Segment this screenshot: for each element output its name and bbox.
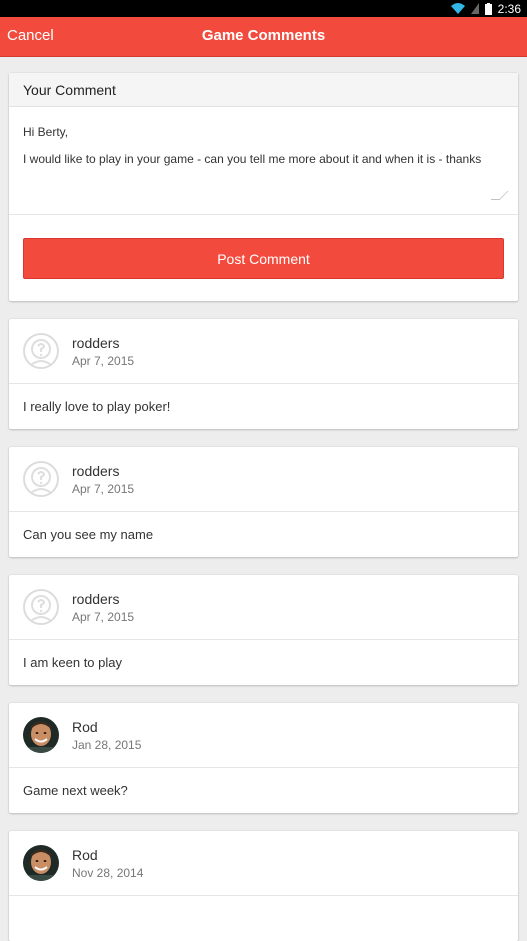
- comment-text: Can you see my name: [23, 527, 154, 542]
- comment-input[interactable]: [23, 119, 504, 201]
- compose-header: Your Comment: [9, 73, 518, 107]
- comment-header: rodders Apr 7, 2015: [9, 447, 518, 512]
- signal-icon: [470, 3, 479, 14]
- comment-date: Nov 28, 2014: [72, 865, 144, 880]
- comment-meta: rodders Apr 7, 2015: [72, 591, 134, 624]
- avatar-placeholder-icon: [23, 461, 59, 497]
- comment-list: rodders Apr 7, 2015 I really love to play …: [9, 319, 518, 941]
- comment-author[interactable]: rodders: [72, 463, 134, 479]
- compose-card: Your Comment Post Comment: [9, 73, 518, 301]
- comment-date: Jan 28, 2015: [72, 737, 142, 752]
- comment-meta: rodders Apr 7, 2015: [72, 335, 134, 368]
- avatar: [23, 845, 59, 881]
- comment-author[interactable]: Rod: [72, 847, 143, 863]
- comment-card: Rod Jan 28, 2015 Game next week?: [9, 703, 518, 813]
- comment-meta: Rod Jan 28, 2015: [72, 719, 141, 752]
- battery-icon: [484, 2, 492, 15]
- comment-author[interactable]: rodders: [72, 591, 134, 607]
- comment-card: rodders Apr 7, 2015 Can you see my name: [9, 447, 518, 557]
- compose-body: [9, 107, 518, 215]
- content: Your Comment Post Comment rodders Apr 7, …: [0, 57, 527, 941]
- app-bar: Cancel Game Comments: [0, 17, 527, 57]
- comment-date: Apr 7, 2015: [72, 353, 135, 368]
- status-bar: 2:36: [0, 0, 527, 17]
- comment-header: Rod Jan 28, 2015: [9, 703, 518, 768]
- comment-text: [9, 896, 518, 941]
- comment-text: Game next week?: [23, 783, 128, 798]
- comment-header: Rod Nov 28, 2014: [9, 831, 518, 896]
- wifi-icon: [450, 3, 465, 14]
- comment-date: Apr 7, 2015: [72, 481, 135, 496]
- comment-meta: rodders Apr 7, 2015: [72, 463, 134, 496]
- avatar: [23, 717, 59, 753]
- compose-actions: Post Comment: [9, 215, 518, 301]
- page-title: Game Comments: [201, 27, 326, 44]
- comment-date: Apr 7, 2015: [72, 609, 135, 624]
- comment-text: I am keen to play: [23, 655, 122, 670]
- comment-meta: Rod Nov 28, 2014: [72, 847, 143, 880]
- avatar-placeholder-icon: [23, 589, 59, 625]
- post-comment-button[interactable]: Post Comment: [23, 238, 504, 279]
- comment-text: I really love to play poker!: [23, 399, 171, 414]
- avatar-placeholder-icon: [23, 333, 59, 369]
- comment-author[interactable]: rodders: [72, 335, 134, 351]
- comment-card: Rod Nov 28, 2014: [9, 831, 518, 941]
- comment-header: rodders Apr 7, 2015: [9, 319, 518, 384]
- comment-header: rodders Apr 7, 2015: [9, 575, 518, 640]
- status-time: 2:36: [497, 1, 521, 16]
- comment-card: rodders Apr 7, 2015 I am keen to play: [9, 575, 518, 685]
- comment-card: rodders Apr 7, 2015 I really love to play …: [9, 319, 518, 429]
- comment-author[interactable]: Rod: [72, 719, 141, 735]
